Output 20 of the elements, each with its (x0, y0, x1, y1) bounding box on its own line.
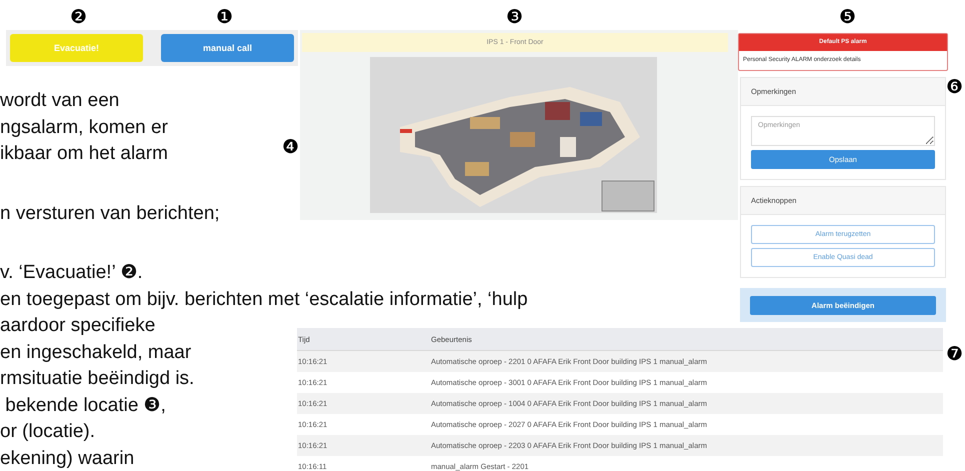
callout-number: ❼ (946, 345, 963, 365)
document-text: ekening) waarin (0, 446, 134, 470)
callout-number: ❷ (70, 8, 87, 28)
document-text: n versturen van berichten; (0, 202, 220, 226)
document-text: or (locatie). (0, 420, 96, 444)
document-text: rmsituatie beëindigd is. (0, 367, 194, 391)
callout-number: ❻ (946, 78, 963, 98)
callout-number: ❹ (282, 138, 299, 158)
document-text: v. ‘Evacuatie!’ ❷. (0, 261, 143, 285)
alarm-button[interactable]: manual call (161, 34, 294, 62)
document-text: en toegepast om bijv. berichten met ‘escalatie informatie’, ‘hulp (0, 288, 528, 312)
callout-number: ❺ (839, 8, 856, 28)
document-text: ngsalarm, komen er (0, 116, 168, 140)
callout-number: ❸ (506, 8, 523, 28)
document-text: aardoor specifieke (0, 314, 156, 338)
callout-number: ❶ (216, 8, 233, 28)
document-text: ikbaar om het alarm (0, 142, 168, 166)
document-text: bekende locatie ❸, (4, 394, 166, 418)
document-text: en ingeschakeld, maar (0, 340, 192, 364)
document-text: wordt van een (0, 89, 120, 113)
